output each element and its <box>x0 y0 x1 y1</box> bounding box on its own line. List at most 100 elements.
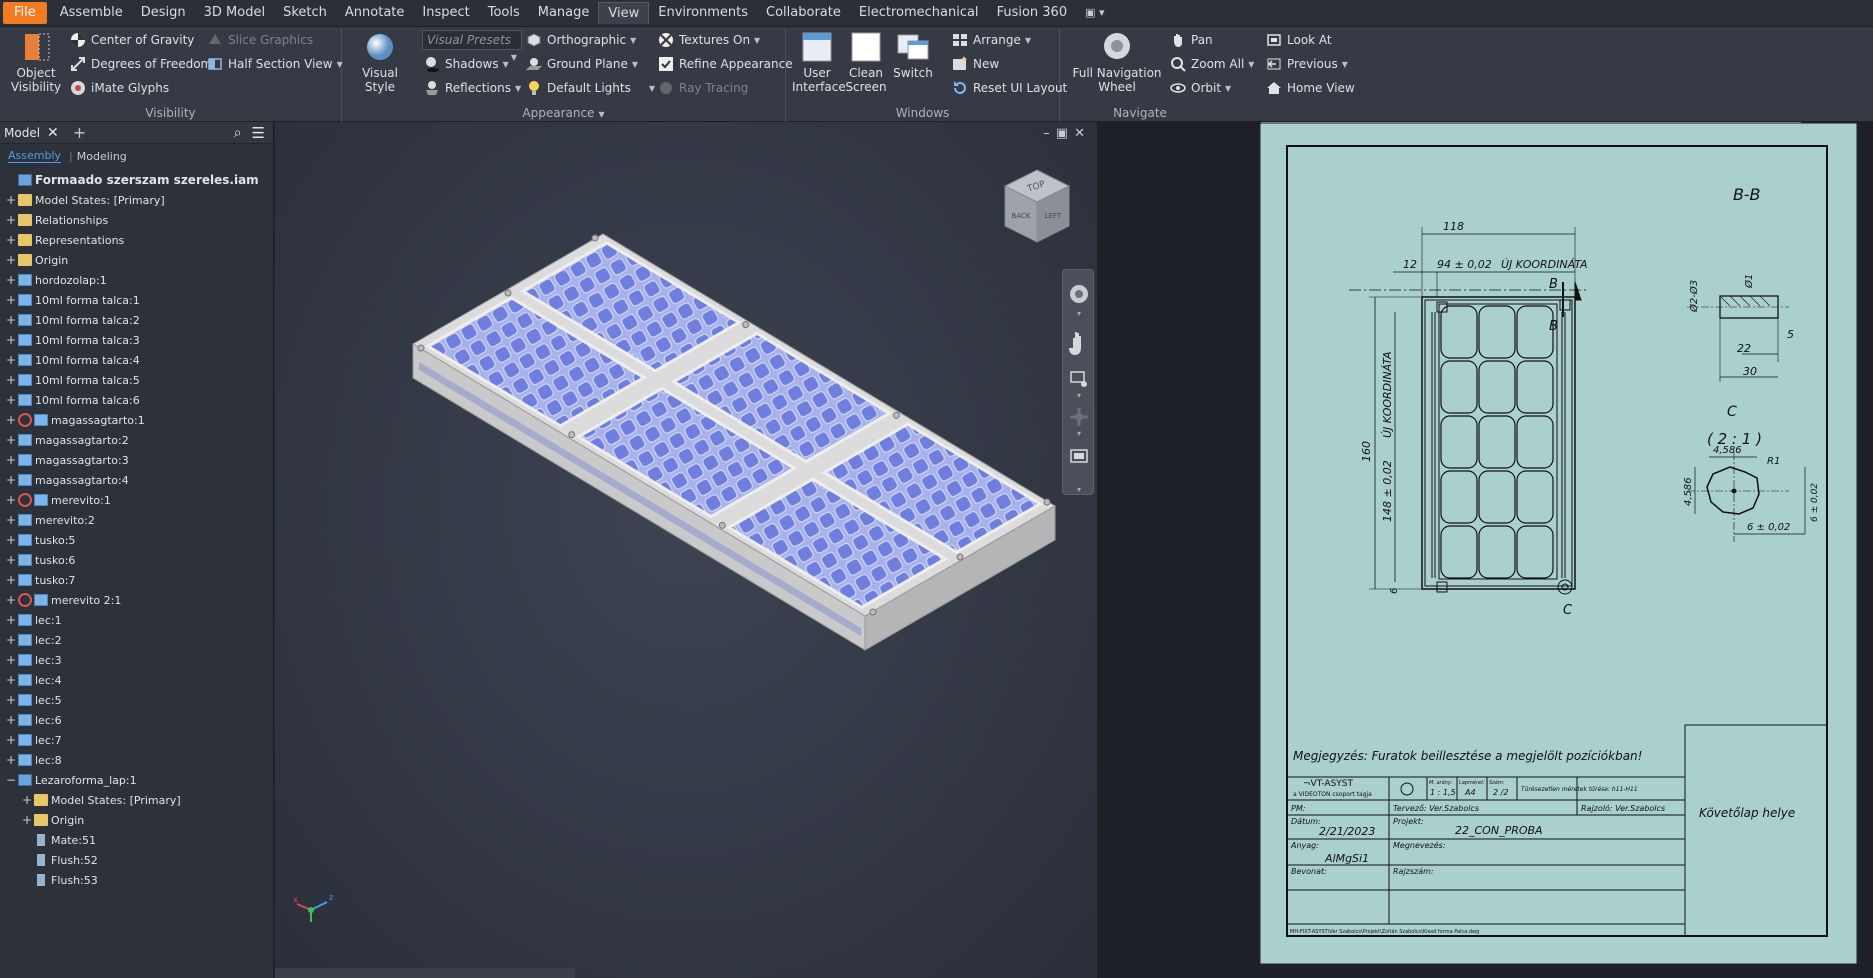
expand-toggle-icon[interactable]: + <box>4 573 18 587</box>
expand-toggle-icon[interactable]: + <box>4 513 18 527</box>
browser-node[interactable]: Formaado szerszam szereles.iam <box>0 170 273 190</box>
expand-toggle-icon[interactable]: + <box>4 273 18 287</box>
expand-toggle-icon[interactable]: + <box>4 693 18 707</box>
browser-node[interactable]: + Relationships <box>0 210 273 230</box>
expand-toggle-icon[interactable]: + <box>4 233 18 247</box>
expand-toggle-icon[interactable]: + <box>4 213 18 227</box>
menu-manage[interactable]: Manage <box>529 2 599 24</box>
expand-toggle-icon[interactable]: + <box>4 413 18 427</box>
browser-node[interactable]: + lec:4 <box>0 670 273 690</box>
menu-view[interactable]: View <box>598 2 650 24</box>
expand-toggle-icon[interactable]: − <box>4 773 18 787</box>
menu-design[interactable]: Design <box>132 2 195 24</box>
expand-toggle-icon[interactable]: + <box>4 193 18 207</box>
browser-node[interactable]: + lec:6 <box>0 710 273 730</box>
default-lights-button[interactable]: Default Lights ▼ <box>526 77 655 99</box>
menu-icon[interactable]: ☰ <box>252 124 265 142</box>
expand-toggle-icon[interactable]: + <box>4 633 18 647</box>
shadows-button[interactable]: Shadows ▼ <box>424 53 509 75</box>
browser-node[interactable]: + lec:3 <box>0 650 273 670</box>
previous-view-button[interactable]: Previous ▼ <box>1266 53 1348 75</box>
pan-hand-icon[interactable] <box>1069 332 1081 355</box>
full-navigation-wheel-button[interactable]: Full Navigation Wheel <box>1072 31 1162 94</box>
object-visibility-button[interactable]: Object Visibility <box>10 31 62 94</box>
menu-collaborate[interactable]: Collaborate <box>757 2 850 24</box>
browser-node[interactable]: + magassagtarto:1 <box>0 410 273 430</box>
browser-node[interactable]: Flush:52 <box>0 850 273 870</box>
menu-inspect[interactable]: Inspect <box>413 2 478 24</box>
drawing-sheet[interactable]: 118 12 94 ± 0,02 ÚJ KOORDINÁTA B B 160 1… <box>1097 122 1873 978</box>
browser-node[interactable]: + lec:8 <box>0 750 273 770</box>
arrange-button[interactable]: Arrange ▼ <box>952 29 1031 51</box>
imate-glyphs-button[interactable]: iMate Glyphs <box>70 77 169 99</box>
browser-node[interactable]: +10ml forma talca:1 <box>0 290 273 310</box>
browser-node[interactable]: + lec:2 <box>0 630 273 650</box>
ground-plane-button[interactable]: Ground Plane ▼ <box>526 53 638 75</box>
camera-icon[interactable]: ▣ ▾ <box>1076 2 1113 24</box>
graphics-viewport[interactable]: –▣✕ TOP BACK LEFT ▾ ▾ ▾ ▾ x z <box>275 122 1097 978</box>
menu-sketch[interactable]: Sketch <box>274 2 336 24</box>
expand-toggle-icon[interactable]: + <box>20 793 34 807</box>
browser-node[interactable]: +10ml forma talca:2 <box>0 310 273 330</box>
ray-tracing-button[interactable]: Ray Tracing <box>658 77 748 99</box>
degrees-of-freedom-button[interactable]: Degrees of Freedom <box>70 53 212 75</box>
slice-graphics-button[interactable]: Slice Graphics <box>207 29 313 51</box>
browser-node[interactable]: + tusko:5 <box>0 530 273 550</box>
expand-toggle-icon[interactable]: + <box>4 433 18 447</box>
expand-toggle-icon[interactable]: + <box>4 673 18 687</box>
browser-node[interactable]: + Model States: [Primary] <box>0 790 273 810</box>
browser-node[interactable]: +10ml forma talca:4 <box>0 350 273 370</box>
switch-button[interactable]: Switch <box>890 31 936 80</box>
browser-node[interactable]: + tusko:7 <box>0 570 273 590</box>
close-icon[interactable]: ✕ <box>47 125 59 141</box>
tab-assembly[interactable]: Assembly <box>8 149 62 163</box>
browser-node[interactable]: + magassagtarto:2 <box>0 430 273 450</box>
expand-toggle-icon[interactable]: + <box>4 453 18 467</box>
browser-node[interactable]: + lec:1 <box>0 610 273 630</box>
browser-node[interactable]: + merevito 2:1 <box>0 590 273 610</box>
document-tab-bar[interactable] <box>275 968 575 978</box>
browser-node[interactable]: + magassagtarto:3 <box>0 450 273 470</box>
center-of-gravity-button[interactable]: Center of Gravity <box>70 29 194 51</box>
menu-fusion-360[interactable]: Fusion 360 <box>988 2 1077 24</box>
tab-modeling[interactable]: Modeling <box>77 150 127 163</box>
browser-node[interactable]: + merevito:2 <box>0 510 273 530</box>
home-view-button[interactable]: Home View <box>1266 77 1355 99</box>
expand-toggle-icon[interactable]: + <box>4 393 18 407</box>
half-section-view-button[interactable]: Half Section View ▼ <box>207 53 343 75</box>
reset-ui-layout-button[interactable]: Reset UI Layout <box>952 77 1067 99</box>
add-tab-icon[interactable]: + <box>73 123 86 142</box>
visual-style-button[interactable]: Visual Style <box>350 31 410 94</box>
expand-toggle-icon[interactable]: + <box>4 473 18 487</box>
browser-node[interactable]: +10ml forma talca:3 <box>0 330 273 350</box>
browser-node[interactable]: Flush:53 <box>0 870 273 890</box>
expand-toggle-icon[interactable]: + <box>4 293 18 307</box>
expand-toggle-icon[interactable]: + <box>4 493 18 507</box>
textures-on-button[interactable]: Textures On ▼ <box>658 29 760 51</box>
menu-tools[interactable]: Tools <box>479 2 529 24</box>
browser-node[interactable]: + merevito:1 <box>0 490 273 510</box>
expand-toggle-icon[interactable]: + <box>20 813 34 827</box>
menu-annotate[interactable]: Annotate <box>336 2 413 24</box>
expand-toggle-icon[interactable]: + <box>4 733 18 747</box>
browser-node[interactable]: +10ml forma talca:5 <box>0 370 273 390</box>
browser-node[interactable]: +10ml forma talca:6 <box>0 390 273 410</box>
browser-node[interactable]: + Model States: [Primary] <box>0 190 273 210</box>
zoom-all-button[interactable]: Zoom All ▼ <box>1170 53 1254 75</box>
browser-tab-model[interactable]: Model <box>4 126 40 140</box>
expand-toggle-icon[interactable]: + <box>4 753 18 767</box>
orbit-button[interactable]: Orbit ▼ <box>1170 77 1231 99</box>
expand-toggle-icon[interactable]: + <box>4 713 18 727</box>
search-icon[interactable]: ⌕ <box>234 125 242 141</box>
expand-toggle-icon[interactable]: + <box>4 373 18 387</box>
look-at-button[interactable]: Look At <box>1266 29 1332 51</box>
expand-toggle-icon[interactable]: + <box>4 353 18 367</box>
menu-file[interactable]: File <box>3 2 47 24</box>
browser-node[interactable]: + lec:7 <box>0 730 273 750</box>
orthographic-button[interactable]: Orthographic ▼ <box>526 29 636 51</box>
expand-toggle-icon[interactable]: + <box>4 553 18 567</box>
expand-toggle-icon[interactable]: + <box>4 593 18 607</box>
expand-toggle-icon[interactable]: + <box>4 333 18 347</box>
menu-assemble[interactable]: Assemble <box>51 2 132 24</box>
browser-node[interactable]: + magassagtarto:4 <box>0 470 273 490</box>
